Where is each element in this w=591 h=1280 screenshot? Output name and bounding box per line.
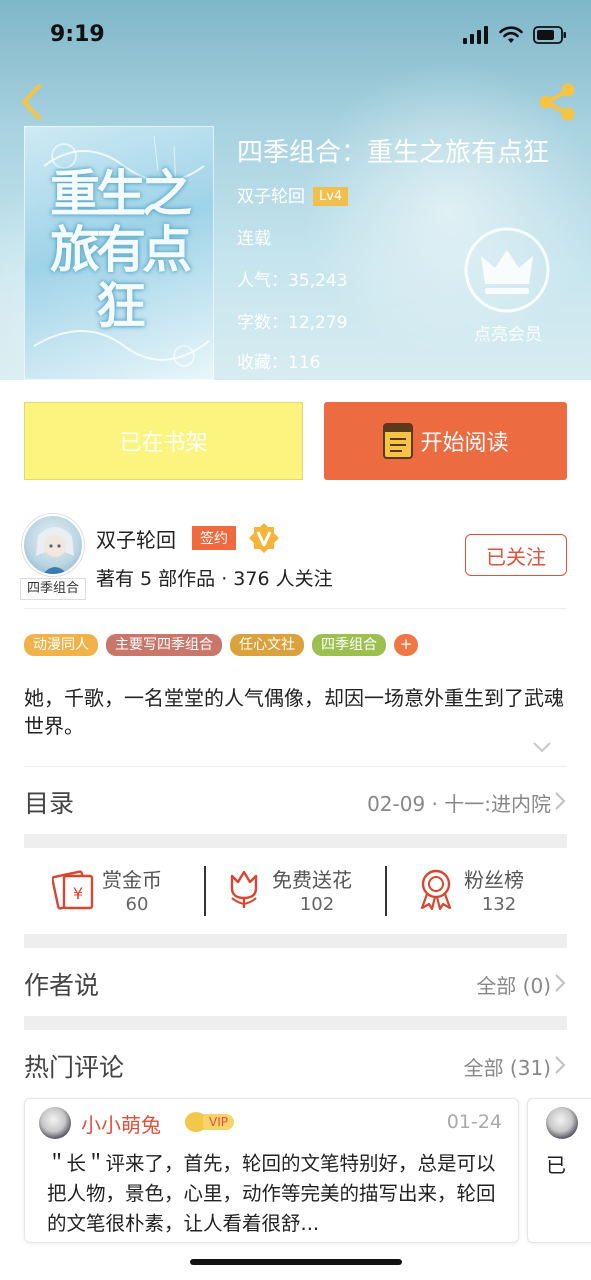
favorites-label: 收藏： <box>237 353 288 373</box>
home-indicator[interactable] <box>190 1259 402 1265</box>
comment-date: 01-24 <box>446 1111 502 1133</box>
avatar-art <box>36 527 74 574</box>
follow-button[interactable]: 已关注 <box>465 534 567 576</box>
read-label: 开始阅读 <box>420 431 509 456</box>
flower-label: 免费送花 <box>272 868 352 892</box>
share-icon <box>539 83 575 121</box>
author-level-badge: Lv4 <box>313 187 349 206</box>
catalog-title: 目录 <box>24 789 75 818</box>
more-tags-button[interactable]: + <box>394 634 418 656</box>
book-title: 四季组合：重生之旅有点狂 <box>237 138 550 168</box>
shelf-label: 已在书架 <box>119 431 208 456</box>
fan-value: 132 <box>481 894 517 915</box>
battery-icon <box>533 26 566 44</box>
book-header: 9:19 重生之旅有点狂 四季组合：重生之旅有点狂 双子轮回 Lv4 连载 人气… <box>0 0 591 380</box>
fan-ranking-button[interactable]: 粉丝榜 132 <box>416 864 566 924</box>
words-label: 字数： <box>237 313 288 333</box>
cover-title: 重生之旅有点狂 <box>50 164 192 335</box>
comment-text: ＂长＂评来了，首先，轮回的文笔特别好，总是可以把人物，景色，心里，动作等完美的描… <box>47 1152 496 1235</box>
tag-chip[interactable]: 任心文社 <box>230 634 304 656</box>
vip-badge: VIP <box>185 1112 234 1132</box>
status-time: 9:19 <box>50 22 105 47</box>
comment-text: 已 <box>546 1153 566 1177</box>
reward-value: 60 <box>125 894 149 915</box>
tag-list: 动漫同人 主要写四季组合 任心文社 四季组合 + <box>24 634 418 656</box>
separator <box>204 866 206 916</box>
commenter-avatar[interactable] <box>39 1107 71 1139</box>
flower-icon <box>230 870 258 908</box>
catalog-latest: 02-09 · 十一:进内院 <box>367 792 551 816</box>
status-bar: 9:19 <box>0 0 591 70</box>
book-favorites: 收藏：116 <box>237 348 320 373</box>
chevron-right-icon <box>555 792 566 810</box>
chevron-right-icon <box>555 974 566 992</box>
section-separator <box>24 1016 567 1030</box>
author-name[interactable]: 双子轮回 <box>96 524 176 553</box>
author-avatar[interactable] <box>22 514 84 576</box>
tag-chip[interactable]: 主要写四季组合 <box>106 634 222 656</box>
popularity-value: 35,243 <box>288 271 348 291</box>
in-shelf-button[interactable]: 已在书架 <box>24 402 303 480</box>
flower-value: 102 <box>299 894 335 915</box>
book-icon <box>383 423 414 459</box>
send-flower-button[interactable]: 免费送花 102 <box>224 864 394 924</box>
book-status: 连载 <box>237 229 271 249</box>
author-says-all: 全部 (0) <box>476 974 551 998</box>
chevron-left-icon <box>22 84 41 120</box>
words-value: 12,279 <box>288 313 348 333</box>
book-author[interactable]: 双子轮回 <box>237 187 305 207</box>
separator <box>385 866 387 916</box>
reward-coins-button[interactable]: ¥ 赏金币 60 <box>52 864 202 924</box>
back-button[interactable] <box>12 80 52 124</box>
signed-badge: 签约 <box>192 526 236 550</box>
comment-card[interactable]: 已 <box>527 1098 591 1243</box>
section-separator <box>24 934 567 948</box>
book-description: 她，千歌，一名堂堂的人气偶像，却因一场意外重生到了武魂世界。 <box>24 686 564 738</box>
vip-label[interactable]: 点亮会员 <box>468 320 548 345</box>
interaction-bar: ¥ 赏金币 60 免费送花 102 粉丝榜 132 <box>24 850 567 934</box>
tag-chip[interactable]: 动漫同人 <box>24 634 98 656</box>
medal-icon <box>420 869 452 910</box>
start-reading-button[interactable]: 开始阅读 <box>324 402 567 480</box>
commenter-name[interactable]: 小小萌兔 <box>81 1109 161 1138</box>
author-says-title: 作者说 <box>24 971 100 1000</box>
reward-label: 赏金币 <box>102 868 162 892</box>
book-author-line[interactable]: 双子轮回 Lv4 <box>237 182 349 207</box>
hot-comments-title: 热门评论 <box>24 1053 125 1082</box>
divider <box>24 608 567 609</box>
comment-card[interactable]: 小小萌兔 VIP 01-24 ＂长＂评来了，首先，轮回的文笔特别好，总是可以把人… <box>24 1098 519 1243</box>
wifi-icon <box>499 26 523 43</box>
red-envelope-icon: ¥ <box>52 870 94 910</box>
favorites-value: 116 <box>288 353 321 373</box>
author-stats: 著有 5 部作品 · 376 人关注 <box>96 568 333 590</box>
crown-icon[interactable] <box>463 226 551 314</box>
vip-badge-label: VIP <box>203 1114 234 1130</box>
follow-label: 已关注 <box>486 544 546 569</box>
svg-text:¥: ¥ <box>73 884 83 903</box>
divider <box>24 766 567 767</box>
hot-comments-all: 全部 (31) <box>463 1056 551 1080</box>
chevron-down-icon[interactable] <box>532 740 552 754</box>
share-button[interactable] <box>535 80 581 124</box>
tag-chip[interactable]: 四季组合 <box>312 634 386 656</box>
book-word-count: 字数：12,279 <box>237 308 347 333</box>
verified-badge-icon <box>249 523 279 553</box>
popularity-label: 人气： <box>237 271 288 291</box>
book-popularity: 人气：35,243 <box>237 266 347 291</box>
signal-icon <box>463 26 488 44</box>
fan-label: 粉丝榜 <box>464 868 524 892</box>
commenter-avatar[interactable] <box>546 1107 578 1139</box>
avatar-tag: 四季组合 <box>20 578 86 600</box>
book-cover[interactable]: 重生之旅有点狂 <box>24 126 214 380</box>
chevron-right-icon <box>555 1056 566 1074</box>
section-separator <box>24 834 567 848</box>
